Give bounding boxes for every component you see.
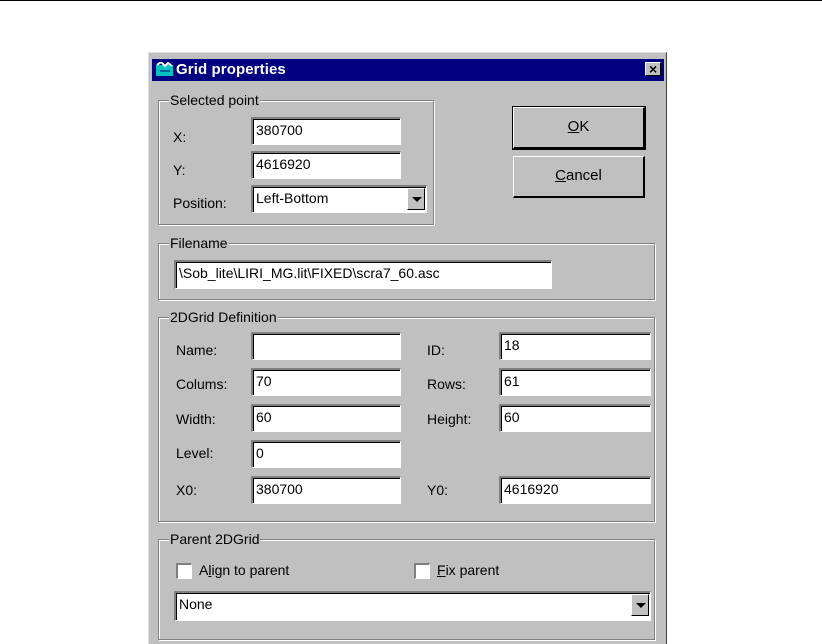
x0-value: 380700 — [256, 481, 303, 497]
y-value: 4616920 — [256, 156, 311, 172]
fix-label-mnemonic: F — [437, 562, 446, 578]
position-value: Left-Bottom — [256, 190, 329, 206]
id-input[interactable]: 18 — [499, 332, 651, 360]
y0-value: 4616920 — [504, 481, 559, 497]
filename-group: Filename \Sob_lite\LIRI_MG.lit\FIXED\scr… — [158, 234, 655, 300]
chevron-down-icon — [412, 197, 422, 202]
page-top-rule — [0, 0, 822, 1]
position-label: Position: — [173, 195, 227, 211]
selected-point-label: Selected point — [169, 91, 260, 109]
parent-grid-value: None — [179, 596, 213, 612]
title-bar[interactable]: Grid properties × — [152, 59, 664, 81]
width-input[interactable]: 60 — [251, 404, 401, 432]
width-value: 60 — [256, 409, 272, 425]
parent-grid-label: Parent 2DGrid — [169, 530, 261, 548]
cancel-label-suffix: ancel — [565, 167, 602, 184]
y-input[interactable]: 4616920 — [251, 151, 401, 179]
x-value: 380700 — [256, 122, 303, 138]
position-dropdown[interactable]: Left-Bottom — [251, 185, 427, 213]
height-label: Height: — [427, 411, 472, 427]
parent-grid-dropdown-button[interactable] — [631, 594, 649, 616]
fix-parent-checkbox[interactable] — [414, 563, 430, 579]
grid-properties-dialog: Grid properties × Selected point X: 3807… — [148, 52, 667, 644]
cancel-label-mnemonic: C — [555, 167, 566, 184]
ok-button[interactable]: OK — [512, 106, 646, 150]
name-label: Name: — [176, 342, 218, 358]
fix-parent-label[interactable]: Fix parent — [437, 561, 499, 579]
rows-value: 61 — [504, 373, 520, 389]
close-icon: × — [649, 61, 658, 77]
filename-value: \Sob_lite\LIRI_MG.lit\FIXED\scra7_60.asc — [179, 265, 440, 281]
y-label: Y: — [173, 162, 186, 178]
align-label-prefix: A — [199, 562, 209, 578]
level-input[interactable]: 0 — [251, 440, 401, 468]
y0-label: Y0: — [427, 482, 449, 498]
selected-point-group: Selected point X: 380700 Y: 4616920 Posi… — [158, 91, 434, 225]
id-label: ID: — [427, 342, 445, 358]
rows-label: Rows: — [427, 376, 466, 392]
x-label: X: — [173, 129, 187, 145]
ok-label-mnemonic: O — [567, 118, 580, 135]
x0-label: X0: — [176, 482, 198, 498]
dialog-title: Grid properties — [176, 61, 286, 78]
fix-label-suffix: ix parent — [445, 562, 500, 578]
level-value: 0 — [256, 445, 264, 461]
height-value: 60 — [504, 409, 520, 425]
columns-value: 70 — [256, 373, 272, 389]
columns-input[interactable]: 70 — [251, 368, 401, 396]
id-value: 18 — [504, 337, 520, 353]
level-label: Level: — [176, 445, 214, 461]
ok-label-suffix: K — [579, 118, 590, 135]
close-button[interactable]: × — [645, 61, 661, 77]
cancel-button[interactable]: Cancel — [513, 156, 645, 198]
grid-definition-label: 2DGrid Definition — [169, 308, 278, 326]
x-input[interactable]: 380700 — [251, 117, 401, 145]
grid-definition-group: 2DGrid Definition Name: ID: 18 Colums: 7… — [158, 308, 655, 522]
height-input[interactable]: 60 — [499, 404, 651, 432]
filename-input[interactable]: \Sob_lite\LIRI_MG.lit\FIXED\scra7_60.asc — [174, 260, 552, 289]
width-label: Width: — [176, 411, 216, 427]
y0-input[interactable]: 4616920 — [499, 476, 651, 504]
name-input[interactable] — [251, 332, 401, 360]
filename-label: Filename — [169, 234, 229, 252]
parent-grid-select[interactable]: None — [174, 591, 651, 621]
align-label-suffix: ign to parent — [211, 562, 290, 578]
rows-input[interactable]: 61 — [499, 368, 651, 396]
align-to-parent-label[interactable]: Align to parent — [199, 561, 289, 579]
grid-window-icon — [156, 62, 173, 76]
align-to-parent-checkbox[interactable] — [176, 563, 192, 579]
x0-input[interactable]: 380700 — [251, 476, 401, 504]
parent-grid-group: Parent 2DGrid Align to parent Fix parent… — [158, 530, 655, 640]
chevron-down-icon — [636, 603, 646, 608]
position-dropdown-button[interactable] — [407, 188, 425, 210]
columns-label: Colums: — [176, 376, 228, 392]
